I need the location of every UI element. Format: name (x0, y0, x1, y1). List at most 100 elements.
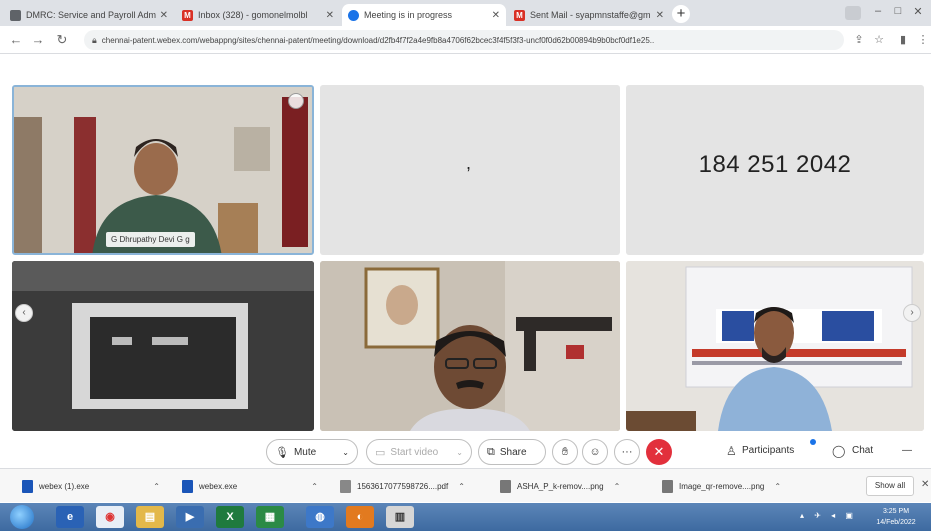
chat-button[interactable]: Chat (852, 445, 873, 456)
reactions-button[interactable]: ☺ (582, 439, 608, 465)
participant-blank-tile[interactable]: , (320, 85, 620, 255)
participant-placeholder-text: , (466, 153, 472, 173)
tab-close-icon[interactable]: ✕ (492, 10, 500, 21)
browser-toolbar: ← → ↻ 🔒︎ chennai-patent.webex.com/webapp… (0, 26, 931, 54)
share-button[interactable]: ⧉ Share (478, 439, 546, 465)
ie-icon[interactable]: e (56, 506, 84, 528)
video-camera-icon: ▭ (375, 446, 386, 459)
extension-icon[interactable]: ▮ (896, 33, 910, 47)
exe-file-icon (182, 479, 193, 493)
participant-video-icon (14, 87, 312, 253)
generic-favicon-icon (10, 9, 21, 21)
phone-participant-tile[interactable]: 184 251 2042 (626, 85, 924, 255)
download-bar: webex (1).exe ⌃ webex.exe ⌃ 156361707759… (0, 468, 931, 502)
microphone-icon: 🎙︎ (275, 446, 289, 459)
projector-screen-icon (12, 261, 314, 431)
end-meeting-button[interactable]: ✕ (646, 439, 672, 465)
participant-video-tile[interactable] (12, 261, 314, 431)
chrome-icon[interactable]: ◉ (96, 506, 124, 528)
share-page-icon[interactable]: ⇪ (852, 33, 866, 47)
maximize-icon[interactable]: □ (888, 5, 908, 19)
forward-icon[interactable]: → (30, 32, 46, 48)
participants-icon: ♙ (726, 444, 737, 458)
tab-close-icon[interactable]: ✕ (656, 10, 664, 21)
previous-page-button[interactable]: ‹ (15, 304, 33, 322)
download-filename: webex.exe (199, 481, 238, 491)
participant-video-tile[interactable] (320, 261, 620, 431)
bookmark-star-icon[interactable]: ☆ (872, 33, 886, 47)
participant-video-tile[interactable] (626, 261, 924, 431)
excel-icon[interactable]: X (216, 506, 244, 528)
new-tab-button[interactable]: + (672, 5, 690, 23)
image-file-icon (500, 479, 511, 493)
tab-dmrc[interactable]: DMRC: Service and Payroll Adm ✕ (4, 4, 174, 26)
more-options-button[interactable]: ··· (614, 439, 640, 465)
mute-button[interactable]: 🎙︎ Mute ⌄ (266, 439, 358, 465)
emoji-icon: ☺ (589, 446, 601, 458)
start-video-button[interactable]: ▭ Start video ⌄ (366, 439, 472, 465)
chevron-up-icon[interactable]: ⌃ (311, 482, 318, 491)
menu-icon[interactable]: ⋮ (916, 33, 930, 47)
show-all-button[interactable]: Show all (866, 476, 914, 496)
gmail-favicon-icon: M (182, 9, 193, 21)
browser-tab-strip: DMRC: Service and Payroll Adm ✕ M Inbox … (0, 0, 931, 26)
address-bar[interactable]: 🔒︎ chennai-patent.webex.com/webappng/sit… (84, 30, 844, 50)
share-label: Share (499, 446, 527, 458)
clock-date: 14/Feb/2022 (876, 519, 916, 526)
download-item[interactable]: webex.exe ⌃ (182, 477, 318, 495)
download-item[interactable]: 1563617077598726....pdf ⌃ (340, 477, 465, 495)
notepad-icon[interactable]: ▥ (386, 506, 414, 528)
tab-inbox[interactable]: M Inbox (328) - gomonelmolbl ✕ (176, 4, 340, 26)
folder-icon[interactable]: ▤ (136, 506, 164, 528)
pdf-file-icon (340, 479, 351, 493)
tab-sent-mail[interactable]: M Sent Mail - syapmnstaffe@gm ✕ (508, 4, 670, 26)
participants-button[interactable]: Participants (742, 445, 794, 456)
start-button[interactable] (10, 505, 34, 529)
chevron-up-icon[interactable]: ⌃ (774, 482, 781, 491)
phone-number-text: 184 251 2042 (698, 151, 852, 178)
minimize-icon[interactable]: – (868, 5, 888, 19)
next-page-button[interactable]: › (903, 304, 921, 322)
overflow-menu-button[interactable]: — (902, 445, 912, 456)
start-video-label: Start video (390, 446, 439, 458)
notification-dot (810, 439, 816, 445)
tab-label: Meeting is in progress (364, 10, 453, 20)
close-icon[interactable]: ✕ (921, 479, 929, 490)
raise-hand-button[interactable]: ✋︎ (552, 439, 578, 465)
chevron-up-icon[interactable]: ⌃ (153, 482, 160, 491)
chevron-up-icon[interactable]: ⌃ (614, 482, 621, 491)
reload-icon[interactable]: ↻ (54, 32, 70, 48)
download-item[interactable]: Image_qr-remove....png ⌃ (662, 477, 781, 495)
system-tray[interactable]: ▴ ✈ ◂ ▣ (800, 511, 857, 520)
meeting-area: G Dhrupathy Devi G g , 184 251 2042 ‹ › (0, 55, 931, 465)
chevron-down-icon[interactable]: ⌄ (342, 448, 349, 457)
meeting-controls: 🎙︎ Mute ⌄ ▭ Start video ⌄ ⧉ Share ✋︎ ☺ ·… (0, 438, 931, 466)
chevron-down-icon[interactable]: ⌄ (456, 448, 463, 457)
tab-close-icon[interactable]: ✕ (160, 10, 168, 21)
media-player-icon[interactable]: ▶ (176, 506, 204, 528)
download-filename: ASHA_P_k-remov....png (517, 481, 604, 491)
clock-time: 3:25 PM (882, 508, 910, 515)
image-file-icon (662, 479, 673, 493)
webex-favicon-icon (348, 9, 359, 21)
share-screen-icon: ⧉ (487, 445, 495, 458)
exe-file-icon (22, 479, 33, 493)
chevron-up-icon[interactable]: ⌃ (458, 482, 465, 491)
profile-icon[interactable] (845, 6, 861, 20)
tab-label: DMRC: Service and Payroll Adm (26, 10, 156, 20)
clock[interactable]: 3:25 PM 14/Feb/2022 (868, 506, 924, 528)
spreadsheet-icon[interactable]: ▦ (256, 506, 284, 528)
tab-meeting[interactable]: Meeting is in progress ✕ (342, 4, 506, 26)
network-app-icon[interactable]: ◍ (306, 506, 334, 528)
participant-video-tile[interactable]: G Dhrupathy Devi G g (12, 85, 314, 255)
firefox-icon[interactable]: ◐ (346, 506, 374, 528)
close-window-icon[interactable]: ✕ (908, 5, 928, 19)
download-filename: 1563617077598726....pdf (357, 481, 449, 491)
tab-close-icon[interactable]: ✕ (326, 10, 334, 21)
pin-icon[interactable] (288, 93, 304, 109)
download-item[interactable]: webex (1).exe ⌃ (22, 477, 160, 495)
url-text: chennai-patent.webex.com/webappng/sites/… (101, 35, 655, 45)
back-icon[interactable]: ← (8, 32, 24, 48)
download-item[interactable]: ASHA_P_k-remov....png ⌃ (500, 477, 620, 495)
gmail-favicon-icon: M (514, 9, 525, 21)
